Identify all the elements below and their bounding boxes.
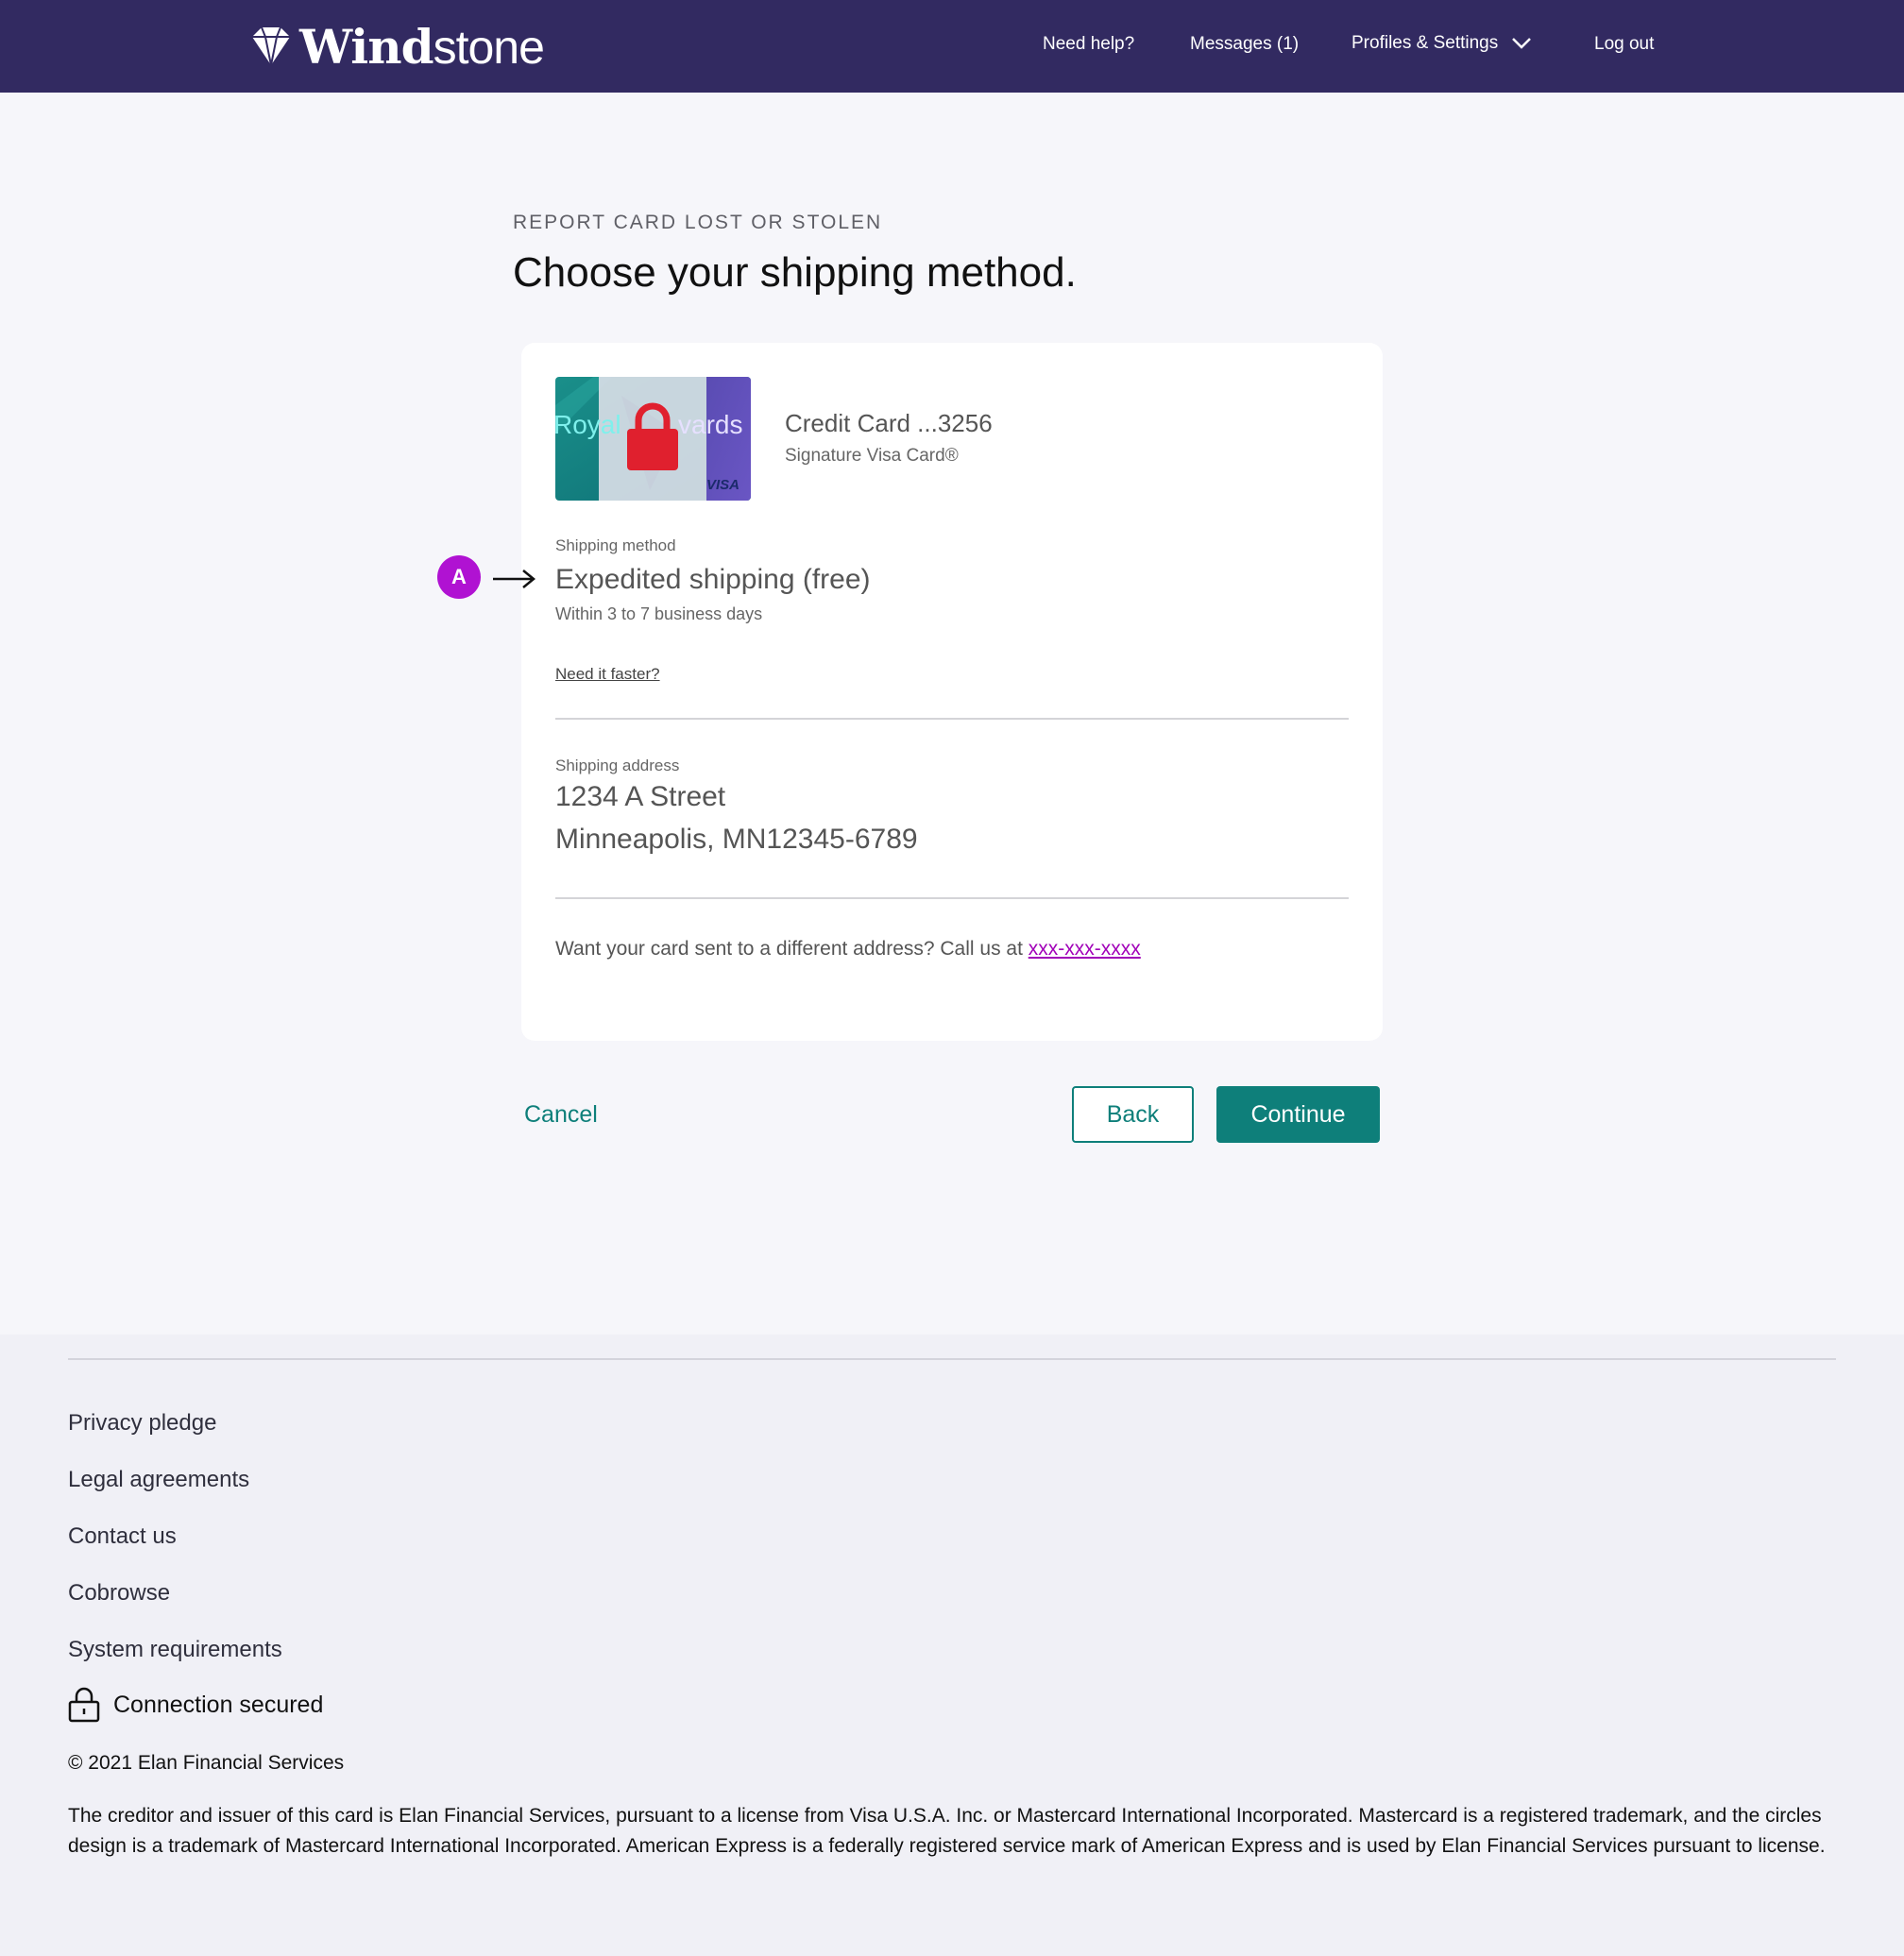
divider [555,897,1349,899]
page-title: Choose your shipping method. [513,249,1077,296]
back-button[interactable]: Back [1072,1086,1194,1143]
brand-name-bold: Wind [299,18,434,75]
nav-log-out-link[interactable]: Log out [1594,34,1654,55]
windstone-logo[interactable]: Wind stone [248,18,545,75]
shipping-address-line1: 1234 A Street [555,781,726,812]
footer-link-privacy-pledge[interactable]: Privacy pledge [68,1410,216,1437]
continue-button[interactable]: Continue [1216,1086,1380,1143]
arrow-right-icon [493,570,536,588]
brand-name-light: stone [433,20,545,74]
credit-card-image: Royal vards VISA [555,377,751,501]
nav-profiles-settings-label: Profiles & Settings [1352,33,1499,53]
divider [555,718,1349,720]
diamond-logo-icon [252,26,290,66]
page-eyebrow: REPORT CARD LOST OR STOLEN [513,212,883,233]
footer [0,1335,1904,1956]
nav-need-help-link[interactable]: Need help? [1043,34,1134,55]
copyright-text: © 2021 Elan Financial Services [68,1752,345,1774]
different-address-text: Want your card sent to a different addre… [555,938,1028,960]
connection-secured-label: Connection secured [113,1691,324,1718]
card-text-left: Royal [555,410,621,439]
shipping-method-value: Expedited shipping (free) [555,564,871,595]
connection-secured: Connection secured [68,1687,323,1723]
cancel-button[interactable]: Cancel [524,1101,598,1129]
top-navigation-bar: Wind stone Need help? Messages (1) Profil… [0,0,1904,93]
brand-name: Wind stone [299,18,545,75]
shipping-method-label: Shipping method [555,536,676,554]
shipping-method-note: Within 3 to 7 business days [555,604,763,623]
shipping-address-line2: Minneapolis, MN12345-6789 [555,824,918,855]
nav-messages-link[interactable]: Messages (1) [1190,34,1299,55]
card-type: Signature Visa Card® [785,446,959,466]
chevron-down-icon [1512,38,1532,49]
phone-number-link[interactable]: xxx-xxx-xxxx [1028,938,1141,960]
footer-link-legal-agreements[interactable]: Legal agreements [68,1467,249,1493]
card-text-right: vards [678,410,742,439]
card-art: Royal vards VISA [555,377,751,501]
legal-disclaimer: The creditor and issuer of this card is … [68,1805,1826,1857]
nav-profiles-settings-dropdown[interactable]: Profiles & Settings [1352,33,1532,54]
need-it-faster-link[interactable]: Need it faster? [555,665,660,684]
card-name: Credit Card ...3256 [785,409,993,437]
footer-link-contact-us[interactable]: Contact us [68,1523,177,1550]
visa-logo-text: VISA [706,477,740,493]
footer-link-cobrowse[interactable]: Cobrowse [68,1580,170,1607]
footer-divider [68,1358,1836,1360]
padlock-icon [68,1687,100,1723]
different-address-note: Want your card sent to a different addre… [555,938,1141,961]
footer-link-system-requirements[interactable]: System requirements [68,1637,282,1663]
shipping-address-label: Shipping address [555,757,680,774]
annotation-marker-a: A [437,555,481,599]
